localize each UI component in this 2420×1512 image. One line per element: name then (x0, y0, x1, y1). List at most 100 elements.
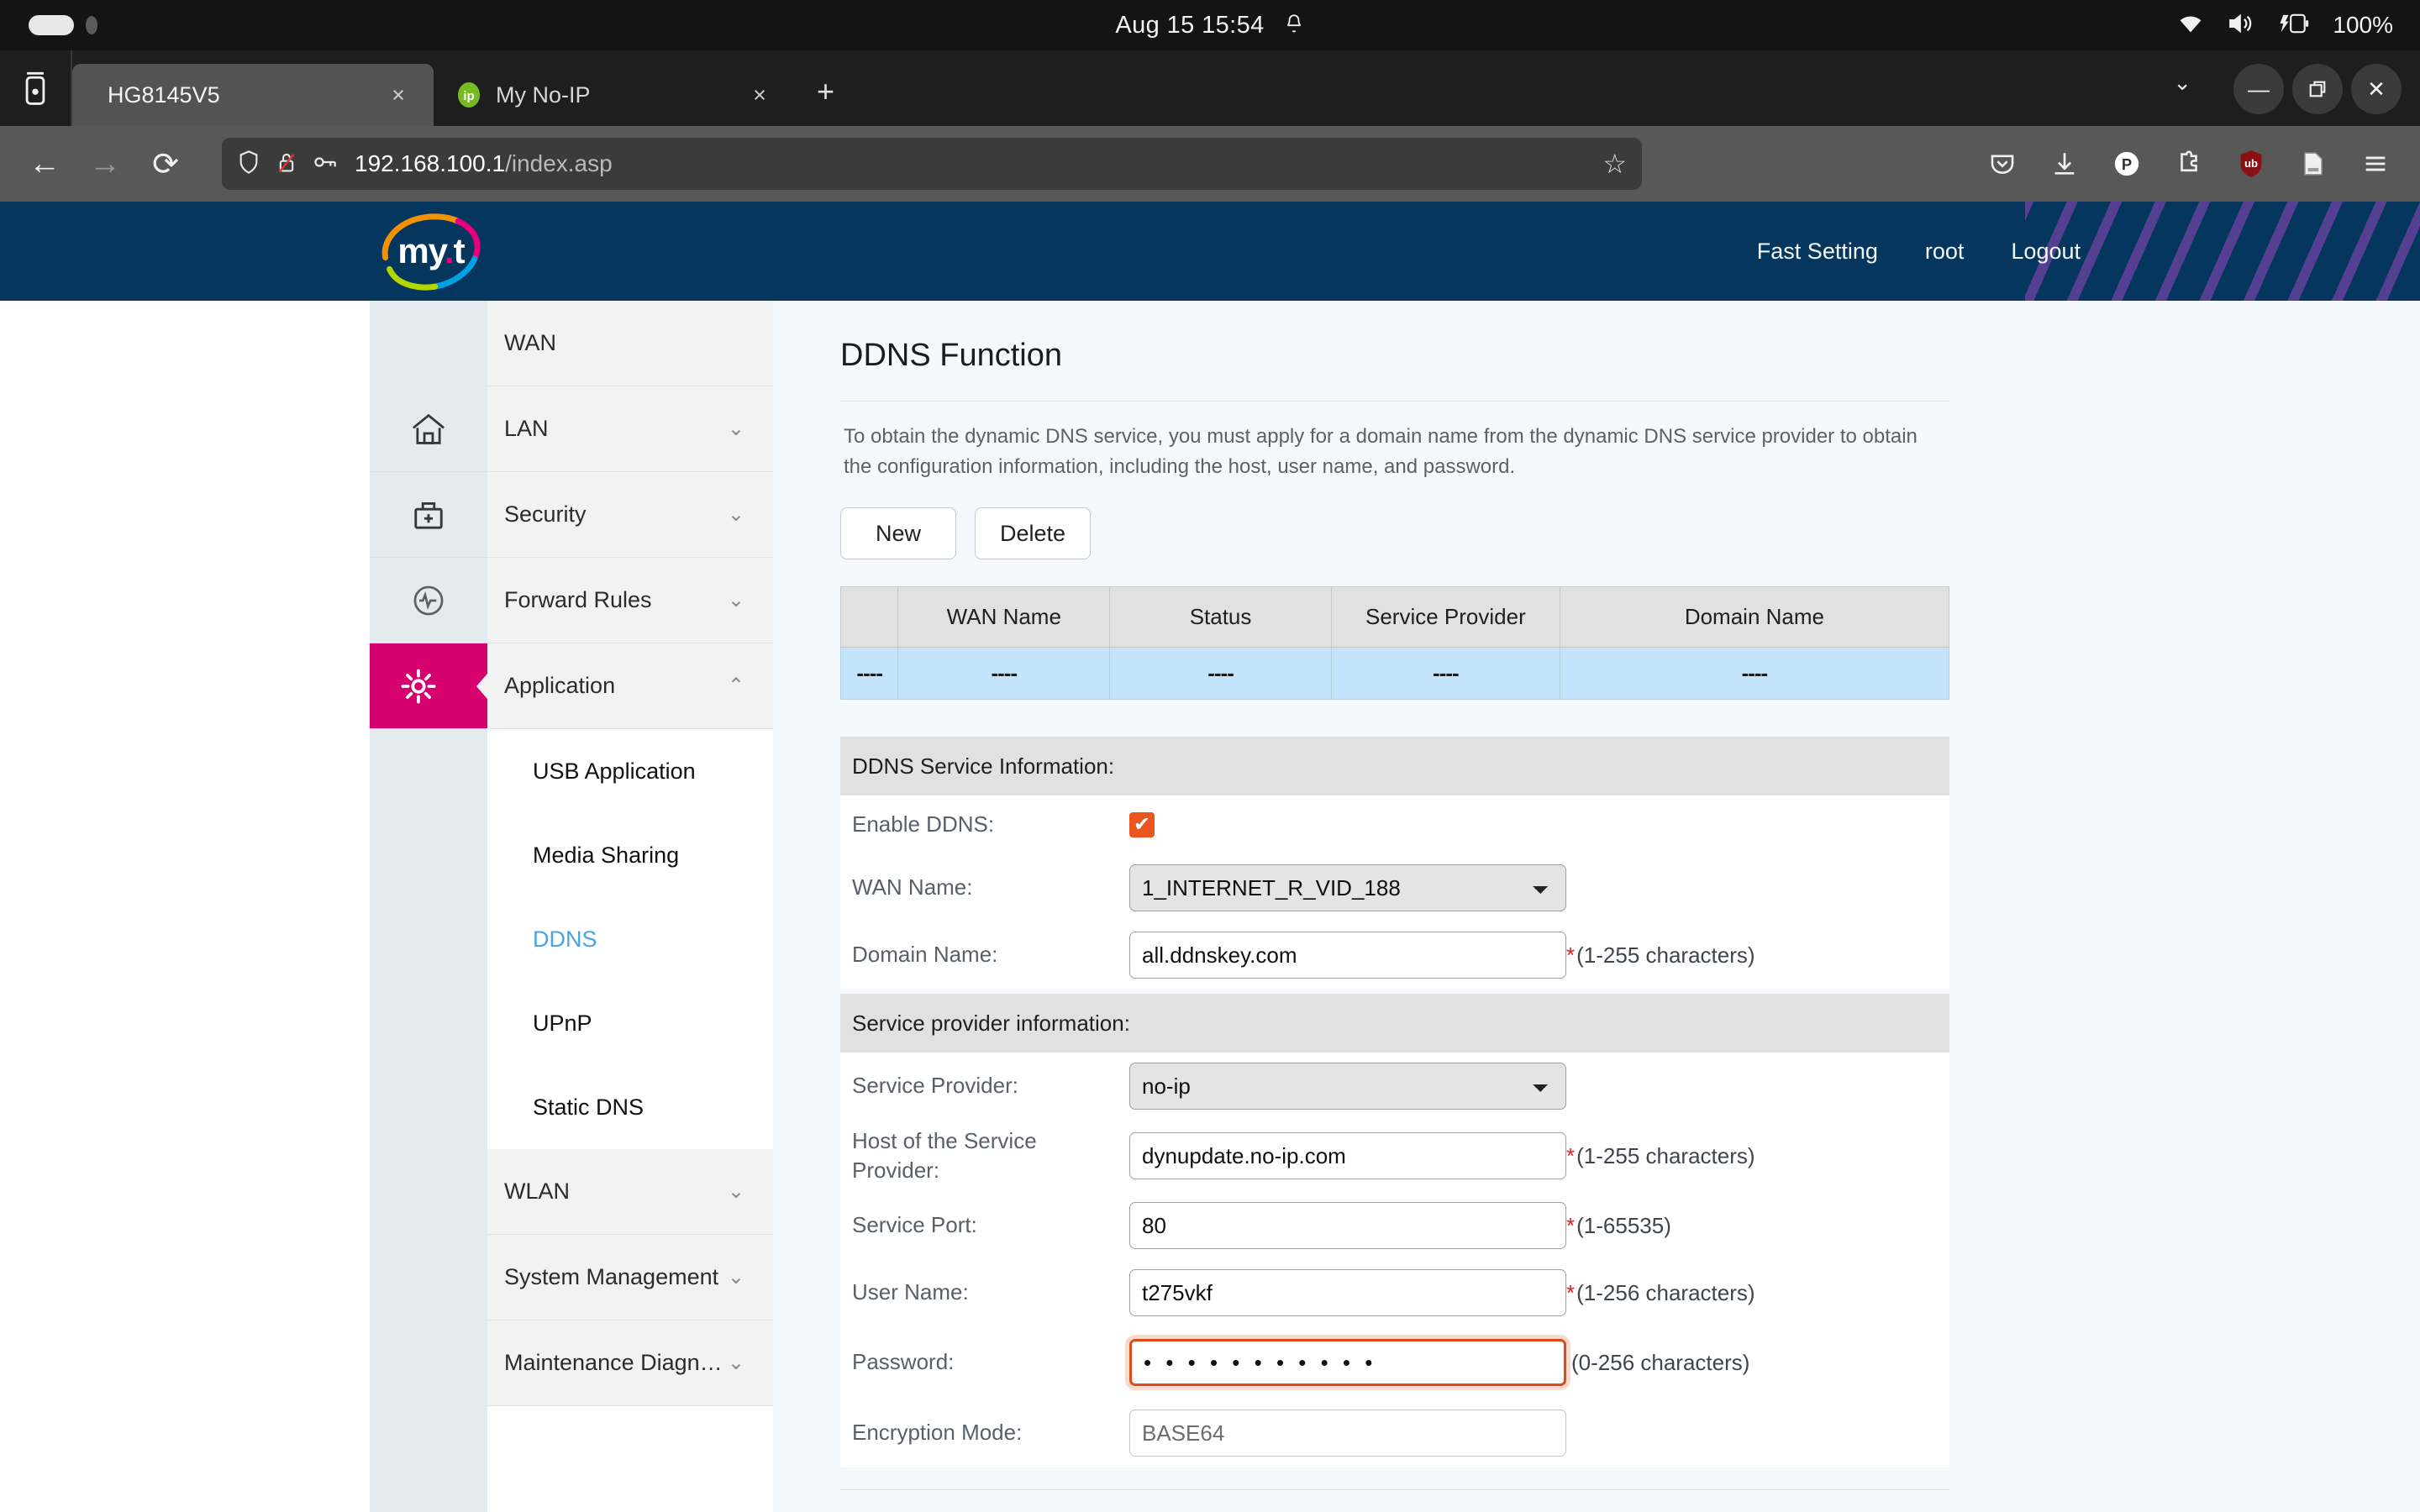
gear-icon[interactable] (370, 643, 487, 729)
bell-icon[interactable] (1283, 12, 1305, 39)
service-provider-label: Service Provider: (852, 1071, 1129, 1100)
password-hint: (0-256 characters) (1571, 1350, 1749, 1376)
encryption-mode-input (1129, 1410, 1566, 1457)
wan-name-label: WAN Name: (852, 873, 1129, 902)
home-icon[interactable] (370, 386, 487, 472)
service-provider-select[interactable]: no-ip (1129, 1063, 1566, 1110)
reload-button[interactable]: ⟳ (139, 138, 192, 190)
back-button[interactable]: ← (18, 138, 71, 190)
submenu-label: DDNS (533, 927, 597, 953)
logout-link[interactable]: Logout (2011, 239, 2081, 265)
close-icon[interactable]: × (743, 82, 776, 108)
user-name-hint: (1-256 characters) (1576, 1280, 1754, 1306)
table-cell-domain-name: ---- (1560, 648, 1949, 700)
toolbox-icon[interactable] (370, 472, 487, 558)
ublock-origin-icon[interactable]: ub (2225, 138, 2277, 190)
tracking-protection-shield-icon[interactable] (237, 149, 260, 180)
sidebar-item-label: Security (504, 501, 728, 528)
sidebar-icon-rail (370, 301, 487, 1512)
reader-view-icon[interactable] (2287, 138, 2339, 190)
enable-ddns-checkbox[interactable]: ✔ (1129, 812, 1155, 837)
table-header-status: Status (1110, 587, 1332, 648)
chevron-down-icon: ⌄ (728, 1179, 744, 1204)
left-gutter (0, 301, 370, 1512)
sidebar-menu: WAN LAN ⌄ Security ⌄ Forward Rules ⌄ App… (487, 301, 773, 1512)
table-cell-checkbox[interactable]: ---- (841, 648, 898, 700)
url-bar[interactable]: 192.168.100.1/index.asp ☆ (222, 138, 1642, 190)
new-button[interactable]: New (840, 507, 956, 559)
list-all-tabs-icon[interactable]: ⌄ (2173, 70, 2191, 96)
pocket-icon[interactable] (1976, 138, 2028, 190)
table-header-checkbox (841, 587, 898, 648)
wan-name-select[interactable]: 1_INTERNET_R_VID_188 (1129, 864, 1566, 911)
chevron-down-icon: ⌄ (728, 502, 744, 527)
submenu-label: Static DNS (533, 1095, 644, 1121)
sidebar-subitem-media-sharing[interactable]: Media Sharing (487, 813, 773, 897)
minimize-button[interactable]: — (2233, 64, 2284, 114)
chevron-down-icon: ⌄ (728, 588, 744, 612)
user-root-link[interactable]: root (1925, 239, 1965, 265)
forward-button[interactable]: → (79, 138, 131, 190)
new-tab-button[interactable]: + (817, 74, 834, 109)
sidebar-item-label: Forward Rules (504, 587, 728, 613)
submenu-label: Media Sharing (533, 843, 679, 869)
router-header: my.t Fast Setting root Logout (0, 202, 2420, 301)
browser-tab-0[interactable]: HG8145V5 × (72, 64, 434, 126)
wan-name-row: WAN Name: 1_INTERNET_R_VID_188 (840, 854, 1949, 921)
bookmark-star-icon[interactable]: ☆ (1602, 148, 1627, 180)
domain-name-row: Domain Name: * (1-255 characters) (840, 921, 1949, 989)
app-menu-icon[interactable] (2349, 138, 2402, 190)
sidebar-subitem-upnp[interactable]: UPnP (487, 981, 773, 1065)
insecure-connection-icon[interactable] (276, 149, 297, 180)
delete-button[interactable]: Delete (975, 507, 1091, 559)
sidebar-subitem-static-dns[interactable]: Static DNS (487, 1065, 773, 1149)
sidebar-item-application[interactable]: Application ⌃ (487, 643, 773, 729)
sidebar-subitem-usb-application[interactable]: USB Application (487, 729, 773, 813)
password-input[interactable] (1129, 1339, 1566, 1386)
service-port-label: Service Port: (852, 1210, 1129, 1240)
rail-cell-status[interactable] (370, 301, 487, 386)
sidebar-item-forward-rules[interactable]: Forward Rules ⌄ (487, 558, 773, 643)
myt-logo[interactable]: my.t (368, 205, 494, 297)
firefox-view-button[interactable] (0, 50, 72, 126)
extensions-icon[interactable] (2163, 138, 2215, 190)
user-name-input[interactable] (1129, 1269, 1566, 1316)
sidebar-item-lan[interactable]: LAN ⌄ (487, 386, 773, 472)
sidebar-item-system-management[interactable]: System Management ⌄ (487, 1235, 773, 1320)
table-header-service-provider: Service Provider (1331, 587, 1560, 648)
ddns-form-panel: DDNS Service Information: Enable DDNS: ✔… (840, 737, 1949, 1512)
tab-title: My No-IP (496, 82, 679, 108)
encryption-mode-label: Encryption Mode: (852, 1418, 1129, 1447)
sidebar-item-wan[interactable]: WAN (487, 301, 773, 386)
domain-name-input[interactable] (1129, 932, 1566, 979)
fast-setting-link[interactable]: Fast Setting (1757, 239, 1878, 265)
table-row[interactable]: ---- ---- ---- ---- ---- (841, 648, 1949, 700)
downloads-icon[interactable] (2039, 138, 2091, 190)
profile-icon[interactable]: P (2101, 138, 2153, 190)
table-cell-wan-name: ---- (898, 648, 1110, 700)
content-right-padding (2326, 301, 2420, 1512)
logo-text: my.t (397, 231, 464, 271)
battery-charging-icon[interactable] (2277, 12, 2311, 39)
sidebar-item-security[interactable]: Security ⌄ (487, 472, 773, 558)
maximize-button[interactable] (2292, 64, 2343, 114)
wifi-icon[interactable] (2176, 13, 2205, 39)
volume-icon[interactable] (2227, 12, 2255, 39)
saved-password-key-icon[interactable] (313, 152, 339, 176)
chevron-down-icon: ⌄ (728, 1265, 744, 1289)
sidebar-item-wlan[interactable]: WLAN ⌄ (487, 1149, 773, 1235)
host-of-service-provider-input[interactable] (1129, 1132, 1566, 1179)
browser-tab-1[interactable]: ip My No-IP × (434, 64, 795, 126)
service-provider-section-heading: Service provider information: (840, 994, 1949, 1053)
enable-ddns-label: Enable DDNS: (852, 810, 1129, 839)
os-clock[interactable]: Aug 15 15:54 (1115, 12, 1264, 39)
sidebar-item-label: Application (504, 673, 728, 699)
sidebar-item-maintenance-diagnosis[interactable]: Maintenance Diagno... ⌄ (487, 1320, 773, 1406)
close-window-button[interactable]: ✕ (2351, 64, 2402, 114)
service-port-input[interactable] (1129, 1202, 1566, 1249)
sidebar-item-label: WAN (504, 330, 744, 356)
sidebar-subitem-ddns[interactable]: DDNS (487, 897, 773, 981)
close-icon[interactable]: × (381, 82, 415, 108)
monitor-icon[interactable] (370, 558, 487, 643)
table-cell-status: ---- (1110, 648, 1332, 700)
